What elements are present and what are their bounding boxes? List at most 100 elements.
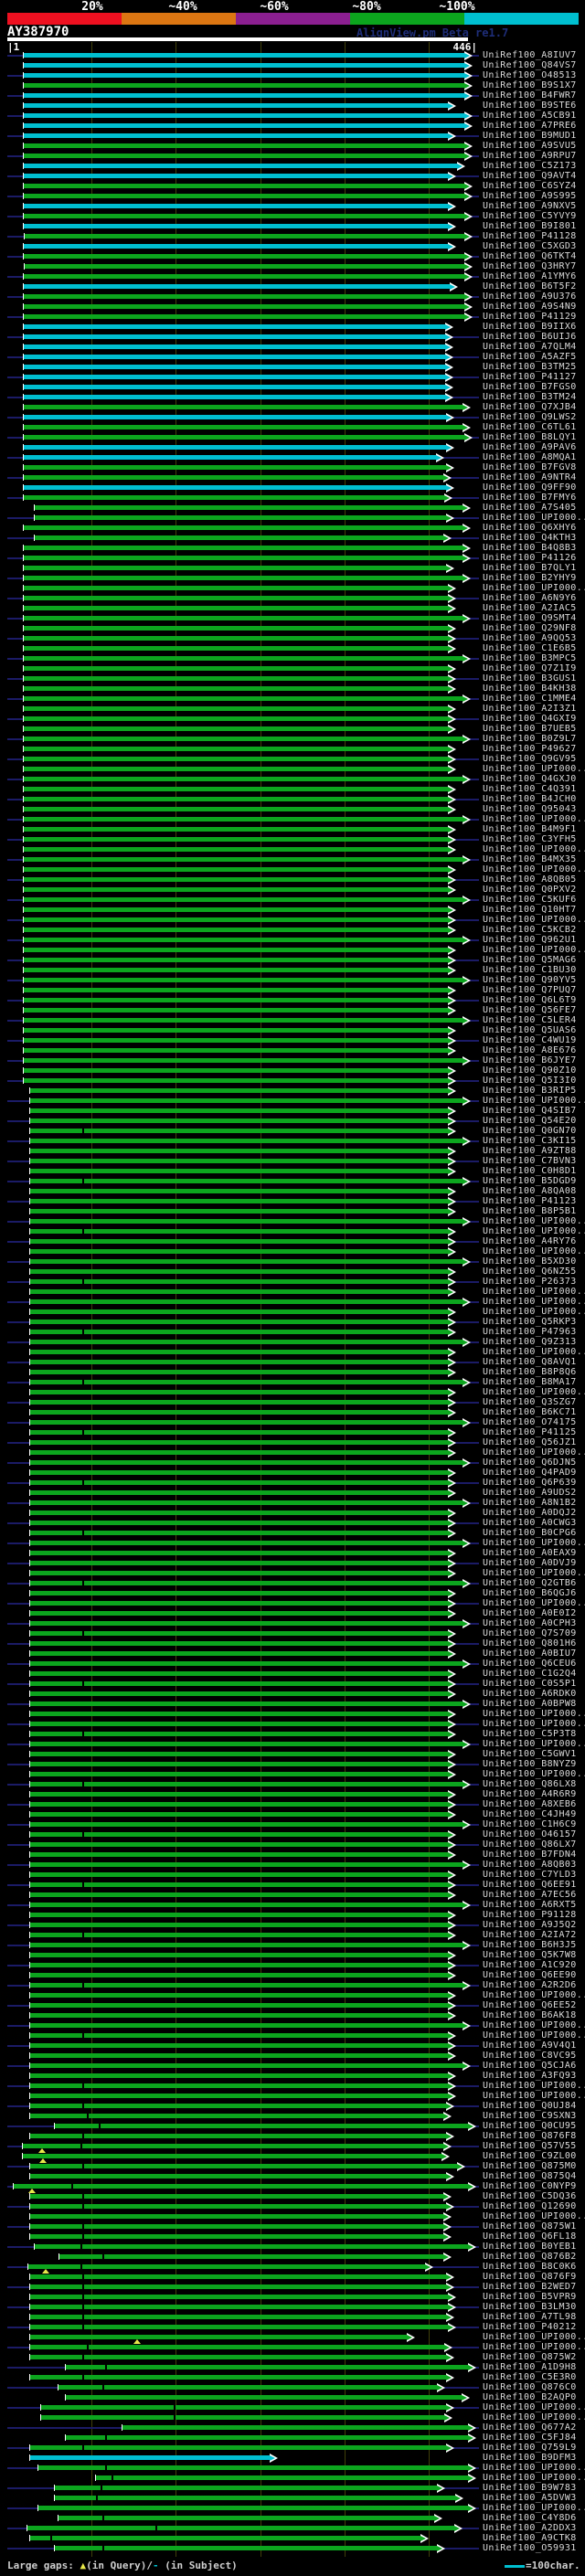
alignment-bar[interactable] — [30, 1712, 448, 1716]
alignment-bar[interactable] — [30, 1551, 448, 1555]
alignment-bar[interactable] — [30, 2445, 446, 2450]
alignment-bar[interactable] — [24, 93, 464, 98]
subject-id-label[interactable]: UniRef100_C0H8D1 — [483, 1167, 577, 1176]
subject-id-label[interactable]: UniRef100_B9S1X7 — [483, 81, 577, 90]
subject-id-label[interactable]: UniRef100_B6T5F2 — [483, 282, 577, 292]
subject-id-label[interactable]: UniRef100_B3TM25 — [483, 363, 577, 372]
subject-id-label[interactable]: UniRef100_Q6NZ55 — [483, 1267, 577, 1277]
alignment-bar[interactable] — [41, 2415, 444, 2420]
alignment-bar[interactable] — [24, 596, 448, 600]
alignment-bar[interactable] — [30, 1933, 448, 1937]
subject-id-label[interactable]: UniRef100_B8MA17 — [483, 1378, 577, 1387]
alignment-bar[interactable] — [30, 1852, 448, 1857]
subject-id-label[interactable]: UniRef100_A9PAV6 — [483, 443, 577, 452]
subject-id-label[interactable]: UniRef100_UPI000.. — [483, 1599, 585, 1608]
subject-id-label[interactable]: UniRef100_A0CPH3 — [483, 1619, 577, 1628]
alignment-bar[interactable] — [30, 1792, 448, 1797]
subject-id-label[interactable]: UniRef100_Q5K7W8 — [483, 1951, 577, 1960]
alignment-bar[interactable] — [24, 274, 464, 279]
alignment-bar[interactable] — [30, 1641, 448, 1646]
subject-id-label[interactable]: UniRef100_UPI000.. — [483, 2413, 585, 2422]
subject-id-label[interactable]: UniRef100_B4KH38 — [483, 684, 577, 694]
subject-id-label[interactable]: UniRef100_Q56JZ1 — [483, 1438, 577, 1447]
alignment-bar[interactable] — [30, 1822, 463, 1827]
subject-id-label[interactable]: UniRef100_B5XD30 — [483, 1257, 577, 1267]
subject-id-label[interactable]: UniRef100_UPI000.. — [483, 1217, 585, 1226]
alignment-bar[interactable] — [24, 525, 463, 530]
alignment-bar[interactable] — [24, 958, 448, 962]
subject-id-label[interactable]: UniRef100_A8QB03 — [483, 1860, 577, 1870]
subject-id-label[interactable]: UniRef100_C0S5P1 — [483, 1680, 577, 1689]
alignment-bar[interactable] — [24, 797, 448, 801]
alignment-bar[interactable] — [41, 2405, 446, 2410]
alignment-bar[interactable] — [24, 837, 448, 842]
alignment-bar[interactable] — [30, 2295, 448, 2299]
alignment-bar[interactable] — [30, 1380, 463, 1384]
subject-id-label[interactable]: UniRef100_B8C0K6 — [483, 2263, 577, 2272]
subject-id-label[interactable]: UniRef100_B7FDN4 — [483, 1850, 577, 1860]
alignment-bar[interactable] — [24, 1018, 463, 1023]
subject-id-label[interactable]: UniRef100_C1BU30 — [483, 966, 577, 975]
subject-id-label[interactable]: UniRef100_Q6XHY6 — [483, 524, 577, 533]
alignment-bar[interactable] — [30, 1108, 448, 1113]
alignment-bar[interactable] — [24, 53, 464, 58]
alignment-bar[interactable] — [24, 877, 448, 882]
subject-id-label[interactable]: UniRef100_C7YLD3 — [483, 1871, 577, 1880]
alignment-bar[interactable] — [30, 1480, 448, 1485]
subject-id-label[interactable]: UniRef100_P91128 — [483, 1911, 577, 1920]
alignment-bar[interactable] — [24, 847, 448, 852]
subject-id-label[interactable]: UniRef100_UPI000.. — [483, 584, 585, 593]
subject-id-label[interactable]: UniRef100_P41123 — [483, 1197, 577, 1206]
subject-id-label[interactable]: UniRef100_A8E676 — [483, 1046, 577, 1055]
alignment-bar[interactable] — [24, 576, 463, 580]
alignment-bar[interactable] — [30, 2214, 443, 2219]
alignment-bar[interactable] — [96, 2475, 468, 2480]
subject-id-label[interactable]: UniRef100_Q56FE7 — [483, 1006, 577, 1015]
subject-id-label[interactable]: UniRef100_Q0PXV2 — [483, 885, 577, 895]
subject-id-label[interactable]: UniRef100_Q0UJ84 — [483, 2102, 577, 2111]
alignment-bar[interactable] — [30, 2355, 446, 2359]
alignment-bar[interactable] — [24, 777, 463, 781]
alignment-bar[interactable] — [24, 696, 463, 701]
alignment-bar[interactable] — [30, 1118, 448, 1123]
subject-id-label[interactable]: UniRef100_P41128 — [483, 232, 577, 241]
alignment-bar[interactable] — [35, 515, 446, 520]
subject-id-label[interactable]: UniRef100_UPI000.. — [483, 2333, 585, 2342]
subject-id-label[interactable]: UniRef100_Q6TKT4 — [483, 252, 577, 261]
subject-id-label[interactable]: UniRef100_A9CTK8 — [483, 2534, 577, 2543]
subject-id-label[interactable]: UniRef100_B9IIX6 — [483, 323, 577, 332]
alignment-bar[interactable] — [30, 1189, 448, 1193]
alignment-bar[interactable] — [30, 1882, 448, 1887]
alignment-bar[interactable] — [30, 1420, 463, 1425]
alignment-bar[interactable] — [30, 1430, 448, 1435]
alignment-bar[interactable] — [58, 2516, 434, 2520]
alignment-bar[interactable] — [30, 1581, 463, 1585]
subject-id-label[interactable]: UniRef100_Q6DJN5 — [483, 1458, 577, 1468]
alignment-bar[interactable] — [24, 938, 463, 942]
alignment-bar[interactable] — [30, 1892, 448, 1897]
subject-id-label[interactable]: UniRef100_Q3HRY7 — [483, 262, 577, 271]
subject-id-label[interactable]: UniRef100_Q4GXI9 — [483, 715, 577, 724]
alignment-bar[interactable] — [30, 1772, 448, 1776]
subject-id-label[interactable]: UniRef100_Q7Z1I9 — [483, 664, 577, 673]
alignment-bar[interactable] — [30, 1953, 448, 1957]
alignment-bar[interactable] — [30, 1209, 448, 1214]
subject-id-label[interactable]: UniRef100_B6AK18 — [483, 2011, 577, 2020]
alignment-bar[interactable] — [30, 1129, 448, 1133]
subject-id-label[interactable]: UniRef100_Q57V55 — [483, 2142, 577, 2151]
alignment-bar[interactable] — [30, 1199, 448, 1203]
subject-id-label[interactable]: UniRef100_UPI000.. — [483, 765, 585, 774]
alignment-bar[interactable] — [30, 1611, 448, 1616]
alignment-bar[interactable] — [30, 1139, 463, 1143]
subject-id-label[interactable]: UniRef100_P41126 — [483, 554, 577, 563]
subject-id-label[interactable]: UniRef100_B8P8Q6 — [483, 1368, 577, 1377]
subject-id-label[interactable]: UniRef100_Q9LWS2 — [483, 413, 577, 422]
alignment-bar[interactable] — [30, 1621, 463, 1626]
subject-id-label[interactable]: UniRef100_Q759L9 — [483, 2443, 577, 2453]
subject-id-label[interactable]: UniRef100_O48513 — [483, 71, 577, 80]
alignment-bar[interactable] — [30, 1561, 448, 1565]
subject-id-label[interactable]: UniRef100_C5E3R0 — [483, 2373, 577, 2382]
alignment-bar[interactable] — [30, 2083, 448, 2088]
alignment-bar[interactable] — [24, 425, 463, 429]
alignment-bar[interactable] — [30, 1832, 448, 1837]
